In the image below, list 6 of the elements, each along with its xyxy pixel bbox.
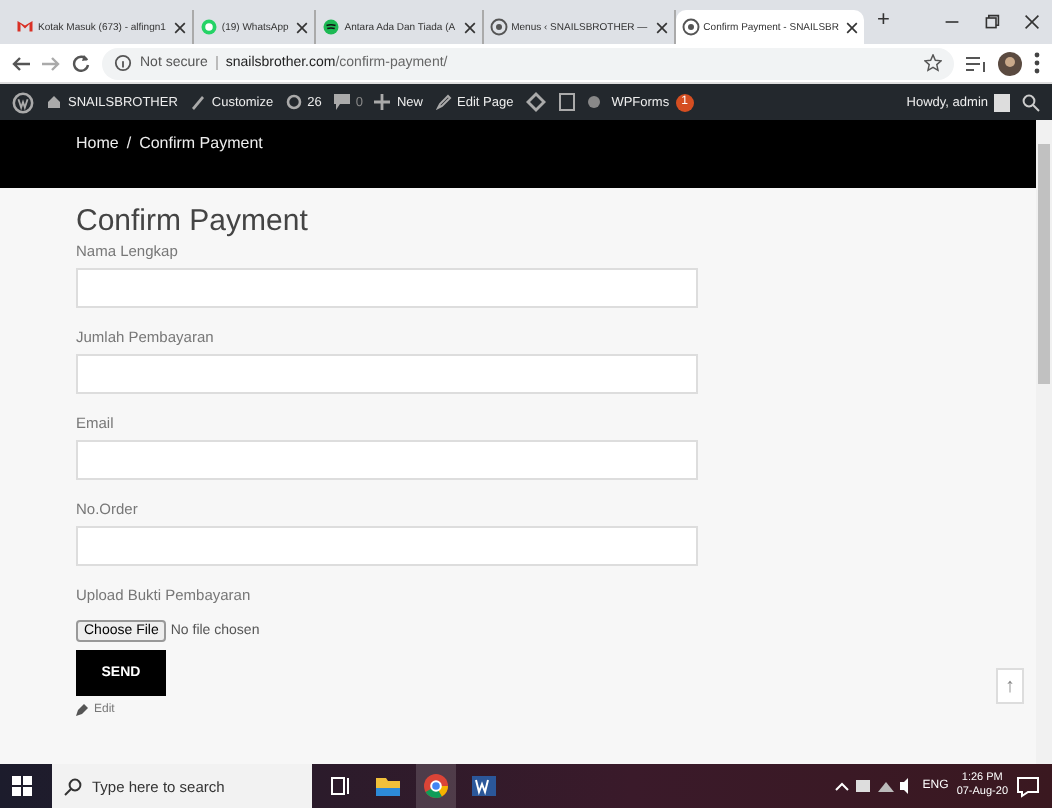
page-title: Confirm Payment — [76, 204, 310, 238]
breadcrumb-link[interactable]: Home — [76, 134, 119, 152]
scroll-to-top-button[interactable]: ↑ — [996, 668, 1024, 704]
breadcrumb-separator: / — [126, 134, 132, 152]
breadcrumb-current: Confirm Payment — [139, 134, 263, 152]
new-tab-button[interactable]: + — [864, 7, 902, 37]
